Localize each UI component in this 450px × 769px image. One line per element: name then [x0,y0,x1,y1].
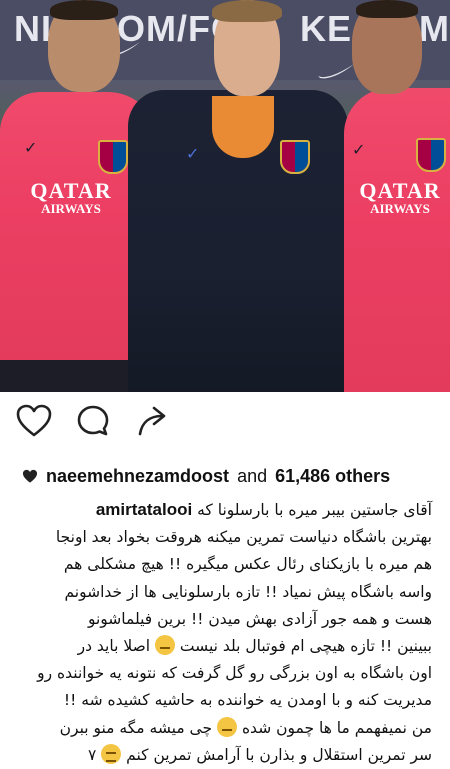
expressionless-emoji-icon [101,743,122,764]
left-jersey-sponsor: QATAR AIRWAYS [12,178,130,216]
caption-line: واسه باشگاه پیش نمیاد !! تازه بارسلونایی… [64,582,432,601]
left-player-hair [50,0,118,20]
crest-icon [98,140,128,174]
caption-text: ببینین !! تازه هیچی ام فوتبال بلد نیست [179,637,432,656]
right-player-shirt [344,88,450,392]
liker-username[interactable]: naeemehnezamdoost [46,466,229,487]
caption-line: من نمیفهمم ما ها چمون شده چی میشه مگه من… [18,715,432,742]
share-arrow-icon[interactable] [136,404,170,438]
post-photo[interactable]: NIK.COM/FCB KE.COM ✓ QATAR AIRWAYS ✓ ✓ Q… [0,0,450,392]
caption-text: سر تمرین استقلال و بذارن با آرامش تمرین … [126,745,432,764]
sponsor-line2: AIRWAYS [41,201,101,216]
caption-username[interactable]: amirtatalooi [96,500,192,519]
caption-line: سر تمرین استقلال و بذارن با آرامش تمرین … [18,742,432,769]
caption-line: مدیریت کنه و با اومدن یه خواننده به حاشی… [63,691,432,710]
middle-person-shirt [212,96,274,158]
swoosh-icon: ✓ [24,140,38,157]
middle-person-hair [212,0,282,22]
swoosh-icon: ✓ [186,146,200,163]
sponsor-line2: AIRWAYS [370,201,430,216]
caption-line: ببینین !! تازه هیچی ام فوتبال بلد نیست ا… [18,633,432,660]
caption-text: من نمیفهمم ما ها چمون شده [241,718,432,737]
unamused-emoji-icon [154,635,175,656]
unamused-emoji-icon [217,716,237,737]
right-player-hair [356,0,418,18]
right-jersey-sponsor: QATAR AIRWAYS [350,178,450,216]
likes-and-text: and [237,466,268,486]
left-player-shorts [0,360,128,392]
caption-text: چی میشه مگه منو ببرن [59,718,213,737]
caption-text: ۷ [87,745,97,764]
caption-line: بهترین باشگاه دنیاست تمرین میکنه هروقت ب… [55,528,432,547]
caption-text: آقای جاستین بیبر میره با بارسلونا که [197,501,432,519]
caption-text: اصلا باید در [77,637,151,656]
swoosh-logo-icon [318,64,354,79]
caption-line: هم میره با بازیکنای رئال عکس میگیره !! ه… [63,555,432,574]
sponsor-line1: QATAR [359,178,441,203]
swoosh-icon: ✓ [352,142,366,159]
likes-summary[interactable]: naeemehnezamdoost and 61,486 others [22,466,390,487]
caption-line: آقای جاستین بیبر میره با بارسلونا که ami… [18,496,432,524]
post-caption: آقای جاستین بیبر میره با بارسلونا که ami… [18,496,432,769]
crest-icon [416,138,446,172]
heart-filled-icon [22,469,38,483]
heart-outline-icon[interactable] [16,404,52,438]
likes-others-count[interactable]: 61,486 others [275,466,390,487]
caption-line: هست و همه جور آزادی بهش میدن !! برین فیل… [87,609,432,628]
comment-bubble-icon[interactable] [76,404,110,438]
sponsor-line1: QATAR [30,178,112,203]
caption-line: اون باشگاه به اون بزرگی رو گل گرفت که نت… [37,664,432,683]
crest-icon [280,140,310,174]
